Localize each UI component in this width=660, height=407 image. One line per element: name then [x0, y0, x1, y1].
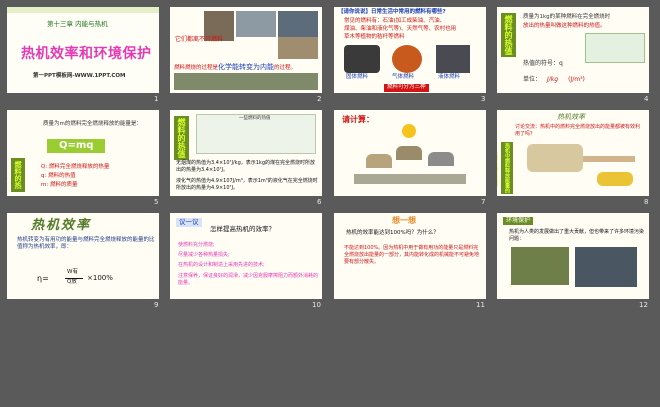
- slide-7-ground: [354, 174, 466, 184]
- slide-5-item-q: Q: 燃料完全燃烧释放的热量: [41, 164, 110, 170]
- slide-7-number: 7: [481, 198, 486, 206]
- slide-2-number: 2: [317, 95, 322, 103]
- slide-7-title: 请计算：: [342, 115, 374, 124]
- slide-2-photo-city: [174, 73, 318, 90]
- slide-12-number: 12: [639, 301, 648, 309]
- slide-8-side-bar: 热机中燃料释放能量的主要去向示意图: [497, 142, 513, 194]
- slide-11-answer: 不能达到100%。因为热机中用于做有用功的能量只是燃料完全燃烧放出能量的一部分，…: [344, 245, 480, 265]
- slide-7-pile-right: [428, 152, 454, 166]
- slide-3-line-2: 煤油、柴油和液化气等)、天然气等、农村也用: [344, 26, 457, 32]
- slide-2-photo-train: [278, 11, 318, 37]
- slide-6-number: 6: [317, 198, 322, 206]
- slide-10-item-4: 注意保养，保证良好的润滑，减少因克服摩擦阻力而额外消耗的能量。: [178, 273, 319, 286]
- slide-3-coal-image: [344, 45, 380, 73]
- slide-3-label-liquid: 液体燃料: [438, 74, 461, 80]
- slide-3-line-3: 草木等植物的秸秆等燃料: [344, 34, 405, 40]
- slide-7-pile-left: [366, 154, 392, 168]
- slide-3-flame-image: [392, 45, 422, 73]
- slide-12-smoke-photo: [575, 247, 637, 287]
- slide-3-thumbnail[interactable]: 【请你说说】日常生活中常用的燃料有哪些? 常见的燃料有：石油(加工成柴油、汽油、…: [334, 7, 486, 93]
- slide-8-number: 8: [644, 198, 649, 206]
- slide-12-text: 热机为人类的发展做出了重大贡献，但也带来了许多环境污染问题：: [509, 229, 645, 242]
- slide-4-line-2: 放出的热量叫做这种燃料的热值。: [523, 23, 606, 29]
- slide-10-thumbnail[interactable]: 议一议 怎样提高热机的效率？ 使燃料充分燃烧; 尽量减少各种热量损失; 在热机的…: [170, 213, 322, 299]
- slide-3-line-1: 常见的燃料有：石油(加工成柴油、汽油、: [344, 18, 446, 24]
- slide-5-number: 5: [154, 198, 159, 206]
- slide-9-thumbnail[interactable]: 热机效率 热机转变为有用功的能量与燃料完全燃烧释放的能量的比值称为热机效率，即：…: [7, 213, 159, 299]
- slide-1-thumbnail[interactable]: 第十三章 内能与热机 热机效率和环境保护 第一PPT模板网-WWW.1PPT.C…: [7, 7, 159, 93]
- slide-7-thumbnail[interactable]: 请计算：: [334, 110, 486, 196]
- slide-8-question: 讨论交流：热机中的燃料完全燃烧放出的能量都被有效利用了吗？: [515, 124, 641, 137]
- slide-3-footer: 燃料可分为三种: [384, 84, 429, 92]
- slide-10-title: 怎样提高热机的效率？: [210, 225, 275, 233]
- slide-2-caption-1: 它们都离不开燃料: [175, 36, 224, 43]
- slide-9-eta: η=: [37, 274, 49, 283]
- slide-11-question: 热机的效率能达到100%吗？为什么？: [346, 230, 439, 236]
- slide-5-side-bar: 燃料的热值: [7, 158, 25, 192]
- slide-1-number: 1: [154, 95, 159, 103]
- slide-10-item-2: 尽量减少各种热量损失;: [178, 252, 230, 258]
- slide-12-tag: 环境保护: [503, 217, 534, 225]
- slide-5-item-qv: q: 燃料的热值: [41, 173, 76, 179]
- slide-6-heat-table: 一些燃料的热值: [196, 114, 316, 154]
- slide-2-thumbnail[interactable]: 它们都离不开燃料 燃料燃烧的过程是化学能转变为内能的过程。: [170, 7, 322, 93]
- slide-6-side-bar: 燃料的热值: [174, 116, 189, 160]
- slide-11-number: 11: [476, 301, 485, 309]
- slide-8-arrow: [583, 156, 635, 162]
- slide-10-item-3: 在热机的设计和制造上采用先进的技术;: [178, 262, 265, 268]
- slide-4-thumbnail[interactable]: 燃料的热值 质量为1kg的某种燃料在完全燃烧时 放出的热量叫做这种燃料的热值。 …: [497, 7, 649, 93]
- slide-3-label-solid: 固体燃料: [346, 74, 369, 80]
- slide-7-sun: [402, 124, 416, 138]
- slide-1-decor-band: [7, 7, 159, 13]
- slide-4-info-box: [585, 33, 645, 63]
- slide-5-thumbnail[interactable]: 质量为m的燃料完全燃烧释放的能量是： Q=mq 燃料的热值 Q: 燃料完全燃烧释…: [7, 110, 159, 196]
- slide-6-thumbnail[interactable]: 燃料的热值 一些燃料的热值 无烟煤的热值为3.4×10⁷J/kg，表示1kg的煤…: [170, 110, 322, 196]
- slide-6-table-title: 一些燃料的热值: [239, 116, 271, 121]
- slide-8-title: 热机效率: [557, 113, 585, 121]
- slide-9-denominator: Q放: [67, 279, 77, 285]
- slide-8-car: [597, 172, 633, 186]
- slide-8-engine-diagram: [527, 144, 583, 172]
- slide-12-thumbnail[interactable]: 环境保护 热机为人类的发展做出了重大贡献，但也带来了许多环境污染问题：: [497, 213, 649, 299]
- slide-3-header: 【请你说说】日常生活中常用的燃料有哪些?: [338, 9, 446, 15]
- slide-9-definition: 热机转变为有用功的能量与燃料完全燃烧释放的能量的比值称为热机效率，即：: [17, 237, 155, 250]
- slide-6-para-1: 无烟煤的热值为3.4×10⁷J/kg，表示1kg的煤在完全燃烧时所放出的热量为3…: [176, 160, 315, 173]
- slide-10-item-1: 使燃料充分燃烧;: [178, 242, 215, 248]
- slide-1-chapter: 第十三章 内能与热机: [47, 20, 108, 28]
- slide-1-footer: 第一PPT模板网-WWW.1PPT.COM: [33, 73, 126, 79]
- slide-4-number: 4: [644, 95, 649, 103]
- slide-7-pile-mid: [396, 146, 422, 160]
- slide-11-tag: 想一想: [392, 216, 416, 225]
- slide-1-title: 热机效率和环境保护: [21, 46, 152, 62]
- slide-5-intro: 质量为m的燃料完全燃烧释放的能量是：: [43, 121, 142, 127]
- slide-10-number: 10: [312, 301, 321, 309]
- slide-5-formula: Q=mq: [47, 139, 106, 153]
- slide-sorter-grid: 第十三章 内能与热机 热机效率和环境保护 第一PPT模板网-WWW.1PPT.C…: [0, 0, 660, 407]
- slide-9-number: 9: [154, 301, 159, 309]
- slide-4-line-1: 质量为1kg的某种燃料在完全燃烧时: [523, 14, 611, 20]
- slide-11-thumbnail[interactable]: 想一想 热机的效率能达到100%吗？为什么？ 不能达到100%。因为热机中用于做…: [334, 213, 486, 299]
- slide-4-symbol: 热值的符号：q: [523, 60, 563, 67]
- slide-9-title: 热机效率: [31, 218, 92, 233]
- slide-3-barrel-image: [436, 45, 470, 73]
- slide-12-factory-photo: [511, 247, 569, 285]
- slide-10-tag: 议一议: [176, 218, 202, 227]
- slide-4-side-bar: 燃料的热值: [501, 13, 516, 57]
- slide-6-para-2: 液化气的热值为4.9×107J/m³，表示1m³的液化气在完全燃烧时所放出的热量…: [176, 178, 318, 191]
- slide-8-thumbnail[interactable]: 热机效率 讨论交流：热机中的燃料完全燃烧放出的能量都被有效利用了吗？ 热机中燃料…: [497, 110, 649, 196]
- slide-2-photo-plant: [278, 37, 318, 59]
- slide-9-numerator: W有: [67, 269, 78, 275]
- slide-3-label-gas: 气体燃料: [392, 74, 415, 80]
- slide-5-item-m: m: 燃料的质量: [41, 182, 78, 188]
- slide-2-caption-2: 燃料燃烧的过程是化学能转变为内能的过程。: [174, 63, 297, 71]
- slide-4-unit: 单位： J/kg (J/m³): [523, 76, 585, 83]
- slide-2-photo-street: [236, 11, 276, 37]
- slide-3-number: 3: [481, 95, 486, 103]
- slide-9-percent: ×100%: [87, 274, 113, 282]
